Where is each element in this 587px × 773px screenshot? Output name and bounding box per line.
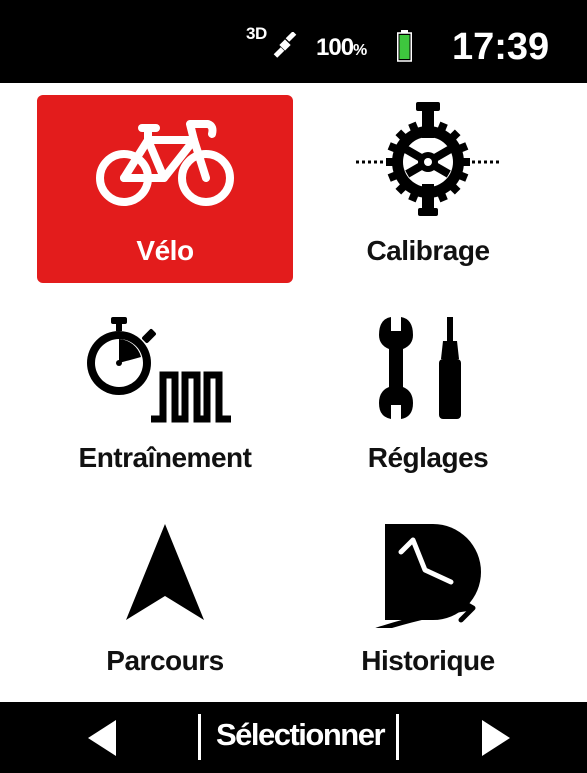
satellite-icon [273, 32, 297, 58]
clock: 17:39 [452, 26, 550, 68]
bike-icon [96, 120, 234, 206]
menu-tile-entrainement[interactable]: Entraînement [37, 302, 293, 490]
arrow-right-icon[interactable] [476, 716, 516, 760]
menu-tile-calibrage[interactable]: Calibrage [300, 95, 556, 283]
menu-tile-label: Historique [361, 645, 495, 676]
navigation-arrow-icon [126, 524, 204, 620]
menu-tile-historique[interactable]: Historique [300, 507, 556, 695]
select-button[interactable]: Sélectionner [207, 717, 393, 753]
bottom-bar: Sélectionner [0, 702, 587, 773]
arrow-left-icon[interactable] [82, 716, 122, 760]
battery-icon [397, 30, 412, 62]
gps-status-label: 3D [246, 24, 267, 43]
battery-percentage: 100% [316, 34, 367, 61]
divider [396, 714, 399, 760]
menu-tile-label: Vélo [136, 235, 194, 266]
device-screen: 3D 100% 17:39 Vélo Calibrage Entraînemen… [0, 0, 587, 773]
chainring-tooth [386, 158, 394, 166]
menu-tile-label: Calibrage [366, 235, 490, 266]
tools-icon [379, 317, 461, 419]
history-clock-icon [375, 524, 481, 628]
divider [198, 714, 201, 760]
status-bar: 3D 100% 17:39 [0, 0, 587, 83]
crankset-icon [356, 102, 500, 216]
menu-tile-reglages[interactable]: Réglages [300, 302, 556, 490]
menu-tile-label: Réglages [367, 442, 489, 473]
menu-tile-parcours[interactable]: Parcours [37, 507, 293, 695]
stopwatch-interval-icon [87, 317, 231, 423]
menu-tile-velo[interactable]: Vélo [37, 95, 293, 283]
menu-tile-label: Parcours [106, 645, 224, 676]
chainring-tooth [462, 158, 470, 166]
menu-tile-label: Entraînement [78, 442, 252, 473]
